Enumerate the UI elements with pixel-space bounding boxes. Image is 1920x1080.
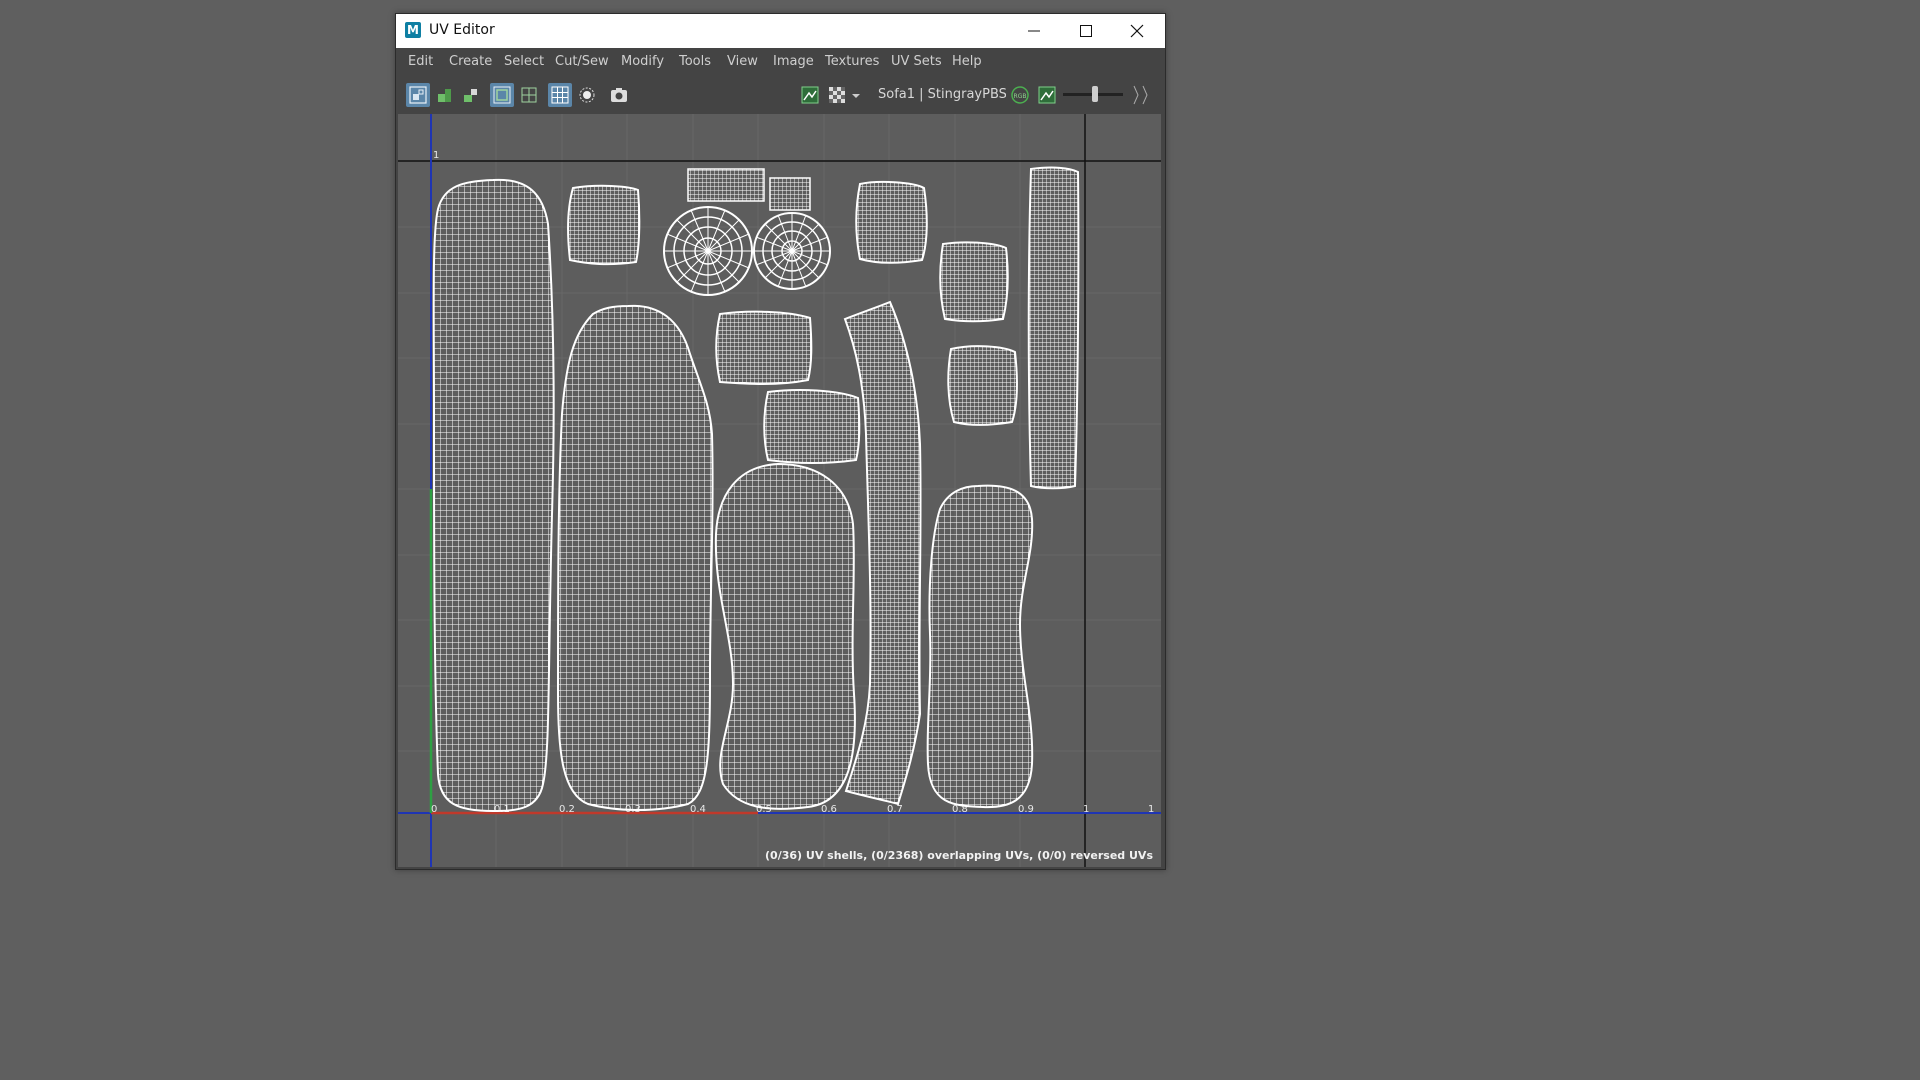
shaded-button[interactable] <box>517 83 541 107</box>
u-tick-label: 0.7 <box>887 804 903 815</box>
dropdown-icon <box>852 94 860 98</box>
u-tick-label: 0.6 <box>821 804 837 815</box>
window-title: UV Editor <box>429 22 495 38</box>
stack-shells-button[interactable] <box>433 83 457 107</box>
uv-shell[interactable] <box>556 304 714 811</box>
exposure-button[interactable] <box>1035 83 1059 107</box>
close-icon <box>1130 24 1144 38</box>
uv-shell[interactable] <box>567 184 641 266</box>
shaded-icon <box>521 87 537 103</box>
rgb-icon-label: RGB <box>1014 93 1027 100</box>
wireframe-icon <box>493 86 511 104</box>
orient-shells-button[interactable] <box>459 83 483 107</box>
uv-shell[interactable] <box>1027 166 1080 490</box>
minimize-icon <box>1028 30 1040 32</box>
snapshot-button[interactable] <box>607 83 631 107</box>
close-button[interactable] <box>1113 14 1161 48</box>
menu-view[interactable]: View <box>727 54 758 69</box>
menu-edit[interactable]: Edit <box>408 54 433 69</box>
menu-create[interactable]: Create <box>449 54 492 69</box>
uv-shell[interactable] <box>947 345 1018 426</box>
toolbar-overflow-icon[interactable] <box>1132 84 1152 106</box>
uv-canvas[interactable]: 1 0 0.1 0.2 0.3 0.4 0.5 0.6 0.7 0.8 0.9 … <box>398 114 1161 867</box>
uv-status-readout: (0/36) UV shells, (0/2368) overlapping U… <box>765 849 1153 862</box>
orient-shells-icon <box>464 89 477 102</box>
uv-shell[interactable] <box>855 180 928 264</box>
snapshot-icon <box>611 88 627 102</box>
maya-app-icon: M <box>405 22 421 38</box>
uv-shell[interactable] <box>663 206 753 296</box>
title-bar[interactable]: M UV Editor <box>396 14 1165 48</box>
uv-shell[interactable] <box>843 300 922 806</box>
maximize-button[interactable] <box>1062 14 1110 48</box>
image-display-icon <box>801 86 819 104</box>
u-tick-label: 0.4 <box>690 804 706 815</box>
exposure-icon <box>1038 86 1056 104</box>
uv-shell[interactable] <box>715 310 813 385</box>
pixel-snap-icon <box>579 87 595 103</box>
v-tick-label: 1 <box>433 150 439 161</box>
uv-shell[interactable] <box>763 389 861 464</box>
image-display-button[interactable] <box>798 83 822 107</box>
maximize-icon <box>1080 25 1092 37</box>
uv-shell-icon <box>409 86 427 104</box>
uv-viewport[interactable]: 1 0 0.1 0.2 0.3 0.4 0.5 0.6 0.7 0.8 0.9 … <box>398 114 1161 867</box>
menu-modify[interactable]: Modify <box>621 54 664 69</box>
menu-textures[interactable]: Textures <box>825 54 879 69</box>
checker-icon <box>829 87 845 103</box>
uv-shell[interactable] <box>939 241 1009 323</box>
uv-shell[interactable] <box>926 484 1034 809</box>
u-tick-label: 1 <box>1148 804 1154 815</box>
uv-shell-button[interactable] <box>406 83 430 107</box>
rgb-icon: RGB <box>1011 86 1029 104</box>
menu-image[interactable]: Image <box>773 54 814 69</box>
uv-shell[interactable] <box>714 462 856 810</box>
toolbar: Sofa1 | StingrayPBS1S RGB <box>398 76 1161 115</box>
menu-uv-sets[interactable]: UV Sets <box>891 54 942 69</box>
u-tick-label: 0.2 <box>559 804 575 815</box>
stack-shells-icon <box>438 89 451 102</box>
menu-tools[interactable]: Tools <box>679 54 711 69</box>
uv-editor-window: M UV Editor Edit Create Select Cut/Sew M… <box>395 13 1166 870</box>
u-tick-label: 0.9 <box>1018 804 1034 815</box>
uv-shell[interactable] <box>687 168 765 202</box>
uv-shell[interactable] <box>753 212 831 290</box>
uv-set-selector[interactable]: Sofa1 | StingrayPBS1S <box>878 87 1006 102</box>
checker-options-dropdown[interactable] <box>850 83 862 107</box>
u-tick-label: 0 <box>431 804 437 815</box>
menu-help[interactable]: Help <box>952 54 982 69</box>
menu-cut-sew[interactable]: Cut/Sew <box>555 54 609 69</box>
wireframe-button[interactable] <box>490 83 514 107</box>
grid-icon <box>551 86 569 104</box>
grid-button[interactable] <box>548 83 572 107</box>
checker-button[interactable] <box>825 83 849 107</box>
rgb-channel-button[interactable]: RGB <box>1008 83 1032 107</box>
u-tick-label: 1 <box>1083 804 1089 815</box>
uv-shell[interactable] <box>769 177 811 211</box>
minimize-button[interactable] <box>1010 14 1058 48</box>
exposure-slider-handle[interactable] <box>1092 86 1098 102</box>
uv-shell[interactable] <box>432 178 555 813</box>
pixel-snap-button[interactable] <box>575 83 599 107</box>
menu-select[interactable]: Select <box>504 54 544 69</box>
menu-bar: Edit Create Select Cut/Sew Modify Tools … <box>398 49 1161 75</box>
